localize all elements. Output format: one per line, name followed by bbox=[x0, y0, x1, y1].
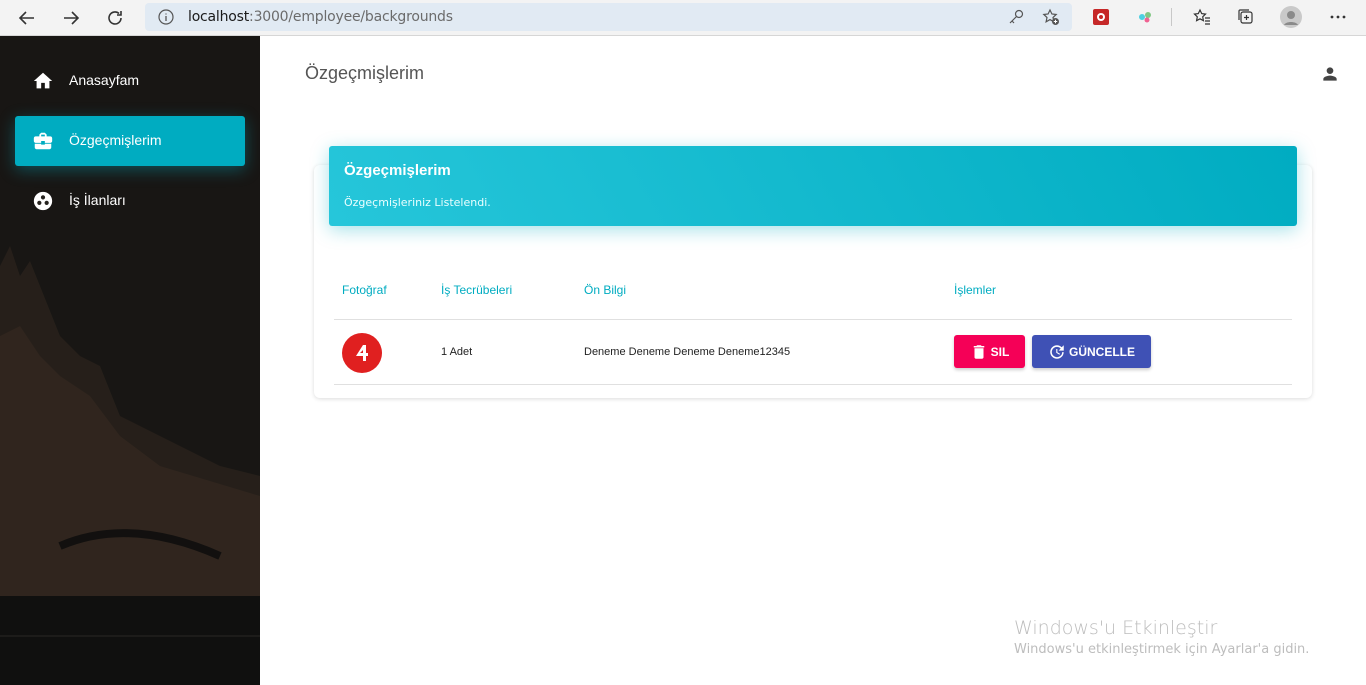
more-options-icon[interactable] bbox=[1327, 6, 1349, 28]
card-subtitle: Özgeçmişleriniz Listelendi. bbox=[344, 196, 491, 209]
home-icon bbox=[31, 69, 55, 93]
forward-arrow-icon bbox=[64, 11, 80, 25]
refresh-button[interactable] bbox=[101, 4, 129, 32]
user-account-icon[interactable] bbox=[1320, 64, 1340, 84]
back-button[interactable] bbox=[13, 4, 41, 32]
delete-button-label: SIL bbox=[990, 344, 1010, 359]
forward-button[interactable] bbox=[57, 4, 85, 32]
sidebar-item-ozgecmislerim[interactable]: Özgeçmişlerim bbox=[15, 116, 245, 166]
url-text: localhost:3000/employee/backgrounds bbox=[188, 9, 453, 25]
table-cell-experiences: 1 Adet bbox=[441, 346, 473, 358]
table-divider bbox=[334, 384, 1292, 385]
sidebar: Anasayfam Özgeçmişlerim İş İlanları bbox=[0, 36, 260, 685]
sidebar-item-label: İş İlanları bbox=[69, 192, 126, 208]
page-title: Özgeçmişlerim bbox=[305, 63, 425, 83]
delete-button[interactable]: SIL bbox=[954, 335, 1025, 368]
info-icon bbox=[158, 9, 174, 25]
address-bar[interactable]: localhost:3000/employee/backgrounds bbox=[145, 3, 1072, 31]
profile-avatar-icon[interactable] bbox=[1280, 6, 1302, 28]
sidebar-item-is-ilanlari[interactable]: İş İlanları bbox=[15, 176, 245, 226]
table-cell-info: Deneme Deneme Deneme Deneme12345 bbox=[584, 346, 791, 358]
extension-colorful-icon[interactable] bbox=[1134, 6, 1156, 28]
column-header-info: Ön Bilgi bbox=[584, 283, 627, 297]
favorites-icon[interactable] bbox=[1191, 6, 1213, 28]
add-favorite-icon[interactable] bbox=[1042, 8, 1060, 26]
windows-activation-title: Windows'u Etkinleştir bbox=[1014, 617, 1218, 639]
toolbar-separator bbox=[1171, 8, 1172, 26]
briefcase-icon bbox=[31, 129, 55, 153]
trash-icon bbox=[973, 344, 984, 359]
url-host: localhost bbox=[188, 9, 250, 25]
windows-activation-subtitle: Windows'u etkinleştirmek için Ayarlar'a … bbox=[1014, 642, 1310, 657]
resume-photo-avatar bbox=[342, 333, 382, 373]
bubble-chart-icon bbox=[31, 189, 55, 213]
update-button[interactable]: GÜNCELLE bbox=[1032, 335, 1151, 368]
sidebar-item-label: Özgeçmişlerim bbox=[69, 132, 162, 148]
card-header: Özgeçmişlerim Özgeçmişleriniz Listelendi… bbox=[329, 146, 1297, 226]
card-title: Özgeçmişlerim bbox=[344, 162, 451, 179]
table-divider bbox=[334, 319, 1292, 320]
key-icon[interactable] bbox=[1007, 8, 1025, 26]
column-header-actions: İşlemler bbox=[954, 283, 997, 297]
extension-red-icon[interactable] bbox=[1090, 6, 1112, 28]
browser-toolbar: localhost:3000/employee/backgrounds bbox=[0, 0, 1366, 36]
update-button-label: GÜNCELLE bbox=[1069, 344, 1135, 359]
url-path: :3000/employee/backgrounds bbox=[249, 9, 453, 25]
column-header-experiences: İş Tecrübeleri bbox=[441, 283, 513, 297]
column-header-photo: Fotoğraf bbox=[342, 283, 387, 297]
photo-logo-icon bbox=[356, 345, 368, 361]
update-icon bbox=[1050, 344, 1064, 359]
refresh-icon bbox=[108, 11, 122, 25]
collections-icon[interactable] bbox=[1235, 6, 1257, 28]
sidebar-item-label: Anasayfam bbox=[69, 72, 140, 88]
sidebar-item-anasayfam[interactable]: Anasayfam bbox=[15, 56, 245, 106]
back-arrow-icon bbox=[18, 11, 34, 25]
